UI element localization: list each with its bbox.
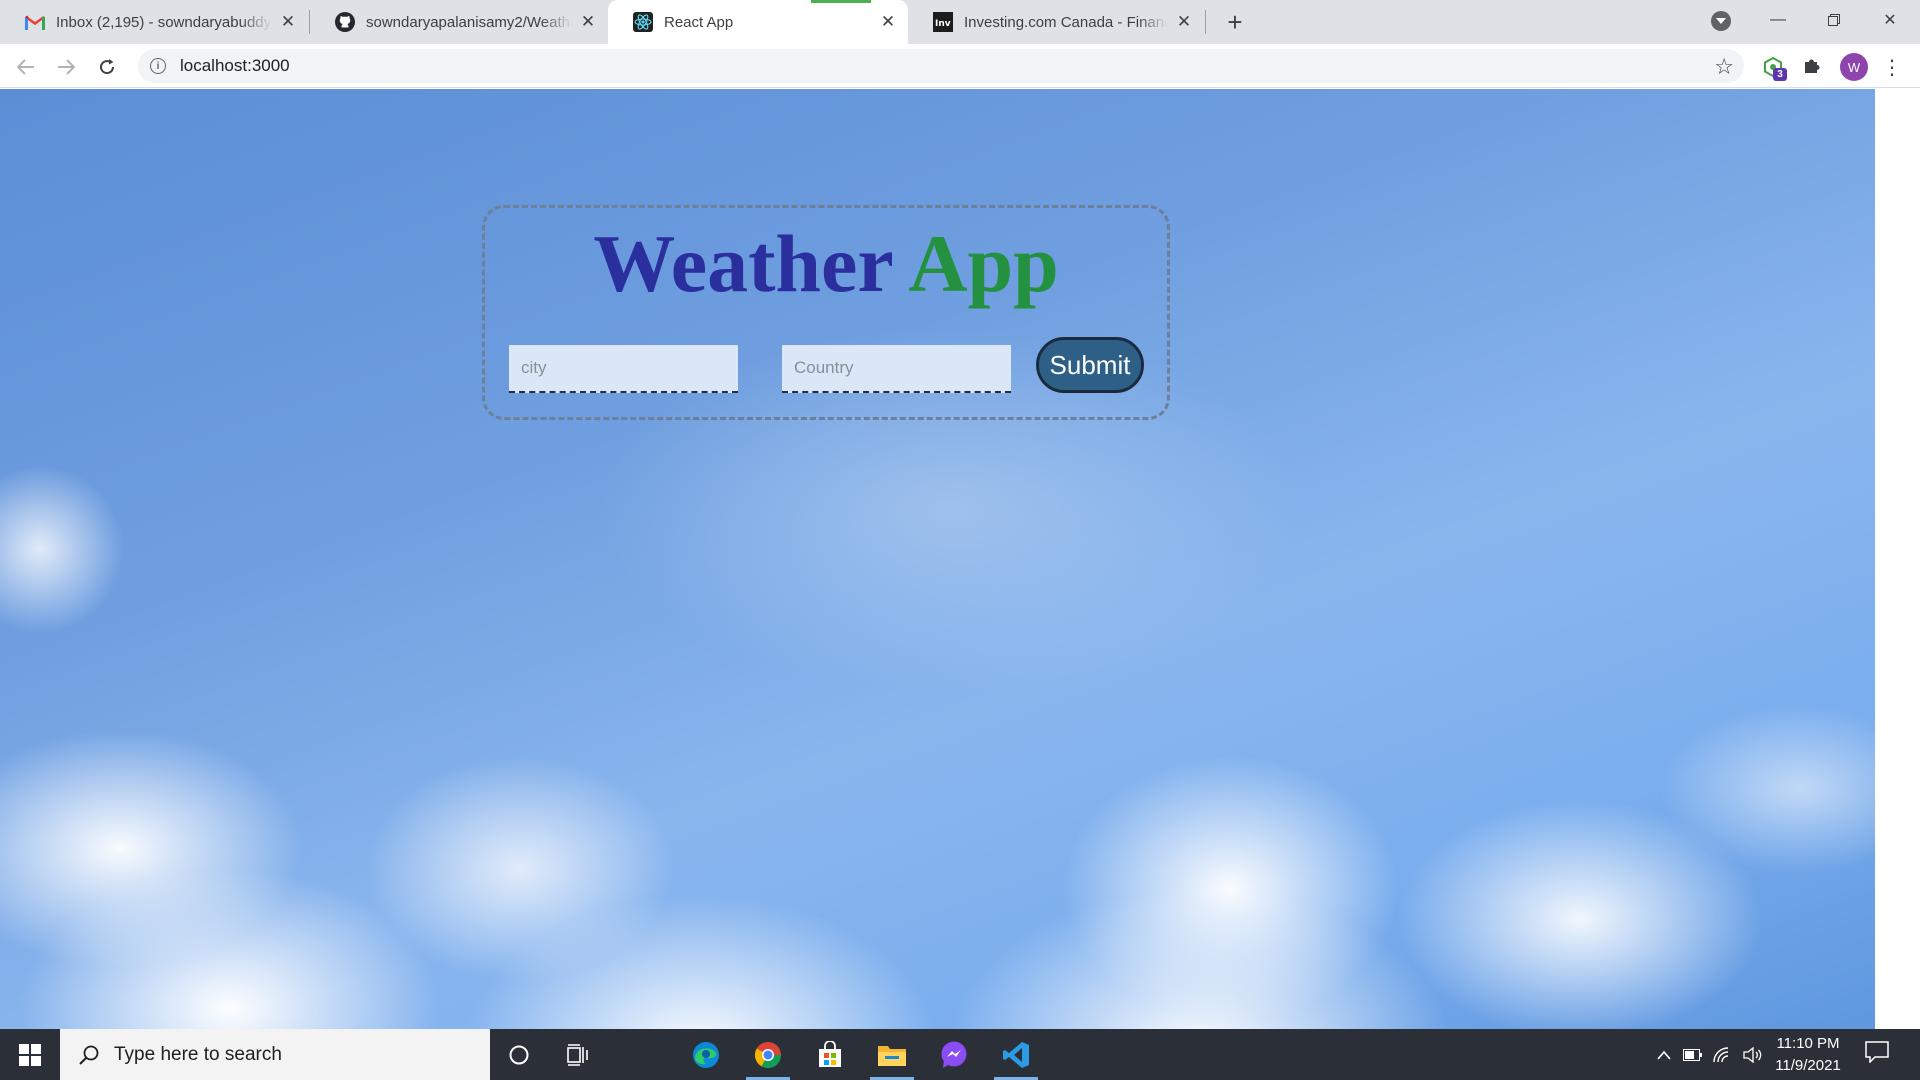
volume-icon[interactable] bbox=[1741, 1043, 1765, 1067]
close-tab-icon[interactable]: ✕ bbox=[1174, 12, 1194, 32]
page-background: Weather App Submit bbox=[0, 89, 1875, 1029]
windows-logo-icon bbox=[19, 1043, 41, 1066]
tray-chevron-up-icon[interactable] bbox=[1652, 1043, 1676, 1067]
reload-button[interactable] bbox=[93, 53, 121, 81]
more-menu-icon[interactable]: ⋮ bbox=[1882, 53, 1902, 81]
tab-title: React App bbox=[664, 13, 734, 31]
taskbar-clock[interactable]: 11:10 PM 11/9/2021 bbox=[1765, 1033, 1851, 1077]
tab-strip: Inbox (2,195) - sowndaryabuddy@ ✕ sownda… bbox=[0, 0, 1920, 44]
browser-toolbar: i localhost:3000 ☆ 3 W ⋮ bbox=[0, 44, 1920, 88]
taskbar-search-box[interactable]: Type here to search bbox=[60, 1029, 490, 1080]
start-button[interactable] bbox=[0, 1029, 60, 1080]
submit-button[interactable]: Submit bbox=[1036, 337, 1144, 393]
messenger-icon bbox=[941, 1041, 967, 1068]
windows-taskbar: Type here to search 11:10 PM 11/9/2021 bbox=[0, 1029, 1920, 1080]
page-margin bbox=[1875, 89, 1920, 1029]
address-bar[interactable]: i localhost:3000 ☆ bbox=[138, 49, 1744, 83]
file-explorer-icon bbox=[878, 1045, 906, 1066]
gmail-icon bbox=[25, 12, 45, 32]
store-icon bbox=[819, 1040, 841, 1067]
tab-title: Inbox (2,195) - sowndaryabuddy@ bbox=[56, 13, 272, 31]
cortana-button[interactable] bbox=[489, 1029, 549, 1080]
task-view-icon bbox=[567, 1043, 588, 1066]
forward-button[interactable] bbox=[52, 53, 80, 81]
tab-title: sowndaryapalanisamy2/Weather- bbox=[366, 13, 572, 31]
tab-separator bbox=[1205, 10, 1206, 34]
github-icon bbox=[335, 12, 355, 32]
tab-search-icon[interactable] bbox=[1711, 11, 1731, 31]
minimize-button[interactable]: — bbox=[1750, 0, 1806, 40]
restore-button[interactable] bbox=[1806, 0, 1862, 40]
country-input[interactable] bbox=[782, 345, 1011, 393]
info-icon[interactable]: i bbox=[150, 58, 166, 74]
investing-icon: Inv bbox=[933, 12, 953, 32]
task-view-button[interactable] bbox=[549, 1029, 609, 1080]
tab-github[interactable]: sowndaryapalanisamy2/Weather- ✕ bbox=[310, 0, 608, 44]
search-placeholder: Type here to search bbox=[114, 1043, 282, 1065]
page-title: Weather App bbox=[485, 214, 1167, 314]
taskbar-vscode[interactable] bbox=[986, 1029, 1046, 1080]
network-icon[interactable] bbox=[1711, 1043, 1735, 1067]
url-text[interactable]: localhost:3000 bbox=[180, 56, 290, 76]
back-button[interactable] bbox=[12, 53, 40, 81]
chrome-icon bbox=[754, 1041, 782, 1068]
cortana-icon bbox=[509, 1045, 529, 1064]
close-tab-icon[interactable]: ✕ bbox=[878, 12, 898, 32]
taskbar-store[interactable] bbox=[800, 1029, 860, 1080]
tab-loading-bar bbox=[811, 0, 871, 3]
edge-icon bbox=[693, 1041, 719, 1068]
taskbar-edge[interactable] bbox=[676, 1029, 736, 1080]
react-icon bbox=[633, 12, 653, 32]
battery-icon[interactable] bbox=[1681, 1043, 1705, 1067]
close-tab-icon[interactable]: ✕ bbox=[278, 12, 298, 32]
svg-text:Inv: Inv bbox=[935, 19, 951, 29]
clock-date: 11/9/2021 bbox=[1775, 1057, 1841, 1074]
tab-investing[interactable]: Inv Investing.com Canada - Financial ✕ bbox=[908, 0, 1204, 44]
notification-icon[interactable] bbox=[1865, 1041, 1891, 1067]
tab-title: Investing.com Canada - Financial bbox=[964, 13, 1168, 31]
close-window-button[interactable]: ✕ bbox=[1862, 0, 1918, 40]
vscode-icon bbox=[1003, 1041, 1029, 1068]
tab-react-app[interactable]: React App ✕ bbox=[608, 0, 908, 44]
tab-gmail[interactable]: Inbox (2,195) - sowndaryabuddy@ ✕ bbox=[0, 0, 308, 44]
profile-avatar[interactable]: W bbox=[1840, 53, 1868, 81]
city-input[interactable] bbox=[509, 345, 738, 393]
extensions-puzzle-icon[interactable] bbox=[1802, 54, 1824, 82]
title-word-app: App bbox=[908, 218, 1059, 309]
taskbar-chrome[interactable] bbox=[738, 1029, 798, 1080]
new-tab-button[interactable]: + bbox=[1221, 7, 1249, 37]
taskbar-messenger[interactable] bbox=[924, 1029, 984, 1080]
weather-form-card: Weather App Submit bbox=[482, 205, 1170, 420]
title-word-weather: Weather bbox=[593, 218, 893, 309]
search-icon bbox=[76, 1042, 102, 1068]
bookmark-star-icon[interactable]: ☆ bbox=[1714, 54, 1734, 80]
extension-badge: 3 bbox=[1773, 68, 1787, 81]
taskbar-file-explorer[interactable] bbox=[862, 1029, 922, 1080]
clock-time: 11:10 PM bbox=[1776, 1035, 1840, 1052]
close-tab-icon[interactable]: ✕ bbox=[578, 12, 598, 32]
